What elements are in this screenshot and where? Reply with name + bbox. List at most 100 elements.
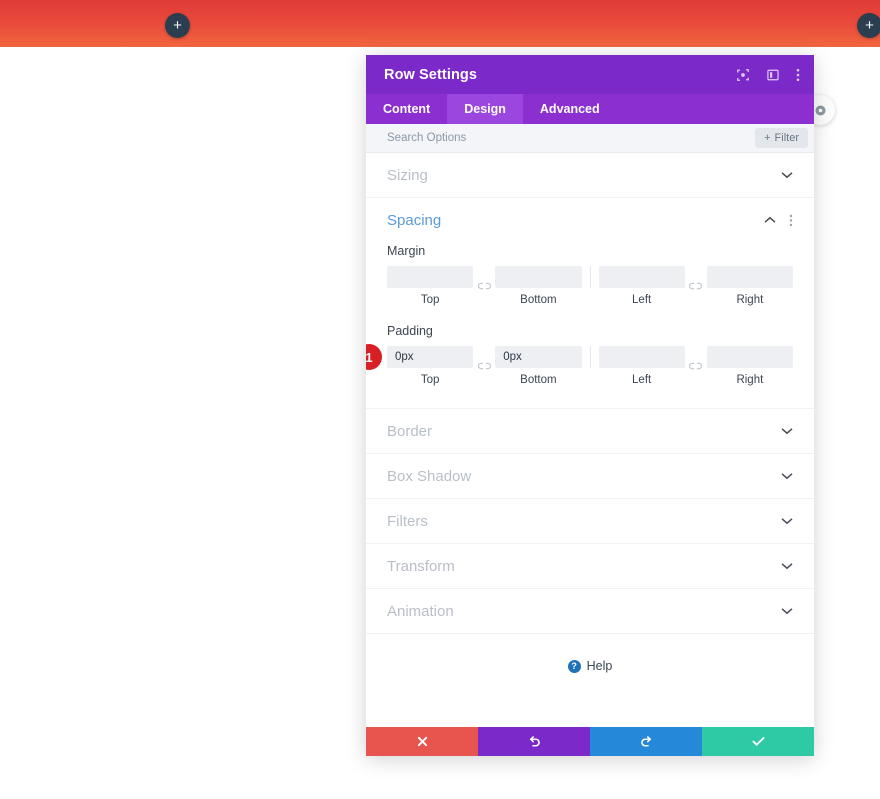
padding-top-caption: Top bbox=[420, 374, 440, 386]
check-icon bbox=[752, 737, 764, 746]
chevron-down-icon bbox=[781, 562, 793, 570]
margin-bottom-caption: Bottom bbox=[520, 294, 557, 306]
chevron-down-icon bbox=[781, 472, 793, 480]
modal-body: Sizing Spacing Margin Top Bottom Left Ri… bbox=[366, 153, 814, 727]
add-section-button-right[interactable]: + bbox=[857, 13, 880, 38]
filter-button[interactable]: + Filter bbox=[755, 128, 808, 148]
annotation-badge-1: 1 bbox=[366, 344, 382, 370]
margin-right-field: Right bbox=[706, 266, 793, 306]
margin-top-caption: Top bbox=[420, 294, 440, 306]
margin-fields-row: Top Bottom Left Right bbox=[387, 266, 793, 306]
margin-left-field: Left bbox=[598, 266, 685, 306]
tab-content[interactable]: Content bbox=[366, 94, 447, 124]
margin-divider bbox=[589, 266, 591, 288]
broken-link-icon[interactable] bbox=[473, 275, 495, 297]
section-title-sizing: Sizing bbox=[387, 166, 428, 184]
padding-bottom-caption: Bottom bbox=[520, 374, 557, 386]
add-section-button-left[interactable]: + bbox=[165, 13, 190, 38]
chevron-up-icon bbox=[764, 216, 776, 224]
undo-icon bbox=[529, 736, 540, 747]
search-input[interactable] bbox=[387, 132, 756, 144]
cancel-button[interactable] bbox=[366, 727, 478, 756]
plus-icon: + bbox=[173, 17, 182, 34]
help-link[interactable]: ? Help bbox=[366, 634, 814, 673]
section-spacing: Spacing Margin Top Bottom Left Right Pad… bbox=[366, 198, 814, 409]
modal-footer bbox=[366, 727, 814, 756]
help-label: Help bbox=[586, 659, 613, 673]
padding-top-bottom-pair: Top Bottom bbox=[387, 346, 582, 386]
padding-left-right-pair: Left Right bbox=[598, 346, 793, 386]
section-title-border: Border bbox=[387, 422, 433, 440]
padding-left-input[interactable] bbox=[598, 346, 685, 368]
page-root: + + Row Settings Content Design Advanced… bbox=[0, 0, 880, 799]
section-header-transform[interactable]: Transform bbox=[366, 544, 814, 588]
section-header-spacing[interactable]: Spacing bbox=[366, 198, 814, 242]
section-filters: Filters bbox=[366, 499, 814, 544]
padding-right-caption: Right bbox=[736, 374, 764, 386]
margin-bottom-input[interactable] bbox=[495, 266, 582, 288]
padding-fields-row: 1 Top bbox=[366, 344, 793, 386]
margin-top-input[interactable] bbox=[387, 266, 474, 288]
margin-right-input[interactable] bbox=[706, 266, 793, 288]
section-border: Border bbox=[366, 409, 814, 454]
modal-header-actions bbox=[736, 68, 800, 82]
chevron-down-icon bbox=[781, 171, 793, 179]
row-settings-modal: Row Settings Content Design Advanced Sea… bbox=[366, 55, 814, 756]
margin-label: Margin bbox=[387, 244, 426, 258]
undo-button[interactable] bbox=[478, 727, 590, 756]
padding-top-field: Top bbox=[387, 346, 474, 386]
section-title-transform: Transform bbox=[387, 557, 455, 575]
padding-bottom-input[interactable] bbox=[495, 346, 582, 368]
tab-design[interactable]: Design bbox=[447, 94, 523, 124]
section-header-filters[interactable]: Filters bbox=[366, 499, 814, 543]
broken-link-icon[interactable] bbox=[473, 355, 495, 377]
chevron-down-icon bbox=[781, 517, 793, 525]
section-title-spacing: Spacing bbox=[387, 211, 442, 229]
search-bar: + Filter bbox=[366, 124, 814, 153]
padding-left-field: Left bbox=[598, 346, 685, 386]
margin-top-bottom-pair: Top Bottom bbox=[387, 266, 582, 306]
redo-icon bbox=[640, 736, 651, 747]
margin-left-input[interactable] bbox=[598, 266, 685, 288]
section-animation: Animation bbox=[366, 589, 814, 634]
section-title-animation: Animation bbox=[387, 602, 454, 620]
page-top-banner: + + bbox=[0, 0, 880, 47]
padding-right-field: Right bbox=[706, 346, 793, 386]
padding-right-input[interactable] bbox=[706, 346, 793, 368]
broken-link-icon[interactable] bbox=[685, 275, 707, 297]
section-header-box-shadow[interactable]: Box Shadow bbox=[366, 454, 814, 498]
section-header-sizing[interactable]: Sizing bbox=[366, 153, 814, 197]
question-circle-icon: ? bbox=[567, 659, 581, 673]
margin-bottom-field: Bottom bbox=[495, 266, 582, 306]
close-icon bbox=[417, 736, 427, 747]
margin-top-field: Top bbox=[387, 266, 474, 306]
section-sizing: Sizing bbox=[366, 153, 814, 198]
more-vertical-icon[interactable] bbox=[796, 68, 800, 82]
section-header-animation[interactable]: Animation bbox=[366, 589, 814, 633]
margin-right-caption: Right bbox=[736, 294, 764, 306]
filter-label: Filter bbox=[774, 132, 799, 144]
redo-button[interactable] bbox=[590, 727, 702, 756]
modal-header: Row Settings bbox=[366, 55, 814, 94]
padding-top-input[interactable] bbox=[387, 346, 474, 368]
padding-left-caption: Left bbox=[632, 374, 652, 386]
section-title-filters: Filters bbox=[387, 512, 428, 530]
plus-icon: + bbox=[865, 17, 874, 34]
section-header-border[interactable]: Border bbox=[366, 409, 814, 453]
margin-left-right-pair: Left Right bbox=[598, 266, 793, 306]
padding-divider bbox=[589, 346, 591, 368]
plus-icon: + bbox=[764, 132, 771, 144]
tab-advanced[interactable]: Advanced bbox=[523, 94, 617, 124]
layout-panel-icon[interactable] bbox=[766, 68, 780, 82]
modal-title: Row Settings bbox=[384, 66, 478, 83]
spacing-body: Margin Top Bottom Left Right Padding 1 0… bbox=[366, 244, 814, 408]
section-title-box-shadow: Box Shadow bbox=[387, 467, 472, 485]
chevron-down-icon bbox=[781, 607, 793, 615]
padding-label: Padding bbox=[387, 324, 433, 338]
section-options-icon[interactable] bbox=[789, 214, 793, 227]
expand-icon[interactable] bbox=[736, 68, 750, 82]
settings-circle-icon bbox=[814, 104, 826, 116]
padding-bottom-field: Bottom bbox=[495, 346, 582, 386]
broken-link-icon[interactable] bbox=[685, 355, 707, 377]
save-button[interactable] bbox=[702, 727, 814, 756]
